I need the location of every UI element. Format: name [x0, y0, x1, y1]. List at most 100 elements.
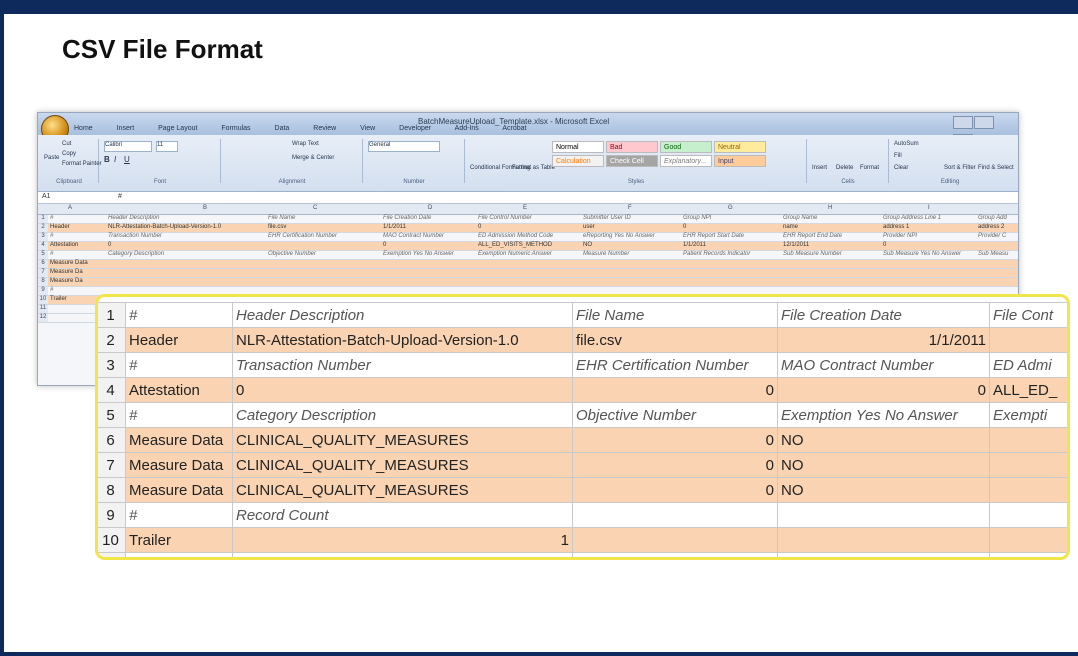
column-header-h[interactable]: H — [828, 205, 832, 211]
insert-cells-button[interactable]: Insert — [812, 165, 827, 171]
table-cell[interactable] — [989, 527, 1067, 553]
table-cell[interactable]: Header — [125, 327, 233, 353]
style-calculation[interactable]: Calculation — [552, 155, 604, 167]
excel-cell[interactable]: Group Address Line 1 — [883, 215, 941, 221]
table-cell[interactable]: # — [125, 502, 233, 528]
row-number[interactable]: 1 — [98, 302, 126, 328]
table-cell[interactable]: NLR-Attestation-Batch-Upload-Version-1.0 — [232, 327, 573, 353]
table-cell[interactable]: 0 — [572, 427, 778, 453]
excel-cell[interactable]: # — [50, 233, 53, 239]
row-number[interactable]: 11 — [38, 305, 48, 313]
tab-insert[interactable]: Insert — [117, 125, 135, 132]
table-cell[interactable] — [989, 427, 1067, 453]
table-cell[interactable] — [777, 527, 990, 553]
table-cell[interactable]: Exemption Yes No Answer — [777, 402, 990, 428]
table-cell[interactable]: Category Description — [232, 402, 573, 428]
excel-cell[interactable]: 0 — [478, 224, 481, 230]
table-cell[interactable]: CLINICAL_QUALITY_MEASURES — [232, 477, 573, 503]
row-number[interactable]: 10 — [38, 296, 48, 304]
style-input[interactable]: Input — [714, 155, 766, 167]
format-cells-button[interactable]: Format — [860, 165, 879, 171]
font-size-select[interactable]: 11 — [156, 141, 178, 152]
excel-cell[interactable]: 0 — [383, 242, 386, 248]
font-name-select[interactable]: Calibri — [104, 141, 152, 152]
row-number[interactable]: 4 — [38, 242, 48, 250]
table-cell[interactable]: Header Description — [232, 302, 573, 328]
row-number[interactable]: 4 — [98, 377, 126, 403]
row-number[interactable]: 9 — [98, 502, 126, 528]
table-cell[interactable]: 0 — [572, 452, 778, 478]
table-cell[interactable]: File Name — [572, 302, 778, 328]
maximize-button[interactable] — [974, 116, 994, 129]
row-number[interactable]: 9 — [38, 287, 48, 295]
excel-cell[interactable]: File Control Number — [478, 215, 532, 221]
table-cell[interactable] — [777, 552, 990, 557]
table-cell[interactable] — [989, 327, 1067, 353]
row-number[interactable]: 2 — [38, 224, 48, 232]
table-cell[interactable]: ED Admi — [989, 352, 1067, 378]
excel-cell[interactable]: Group NPI — [683, 215, 711, 221]
excel-cell[interactable]: ALL_ED_VISITS_METHOD — [478, 242, 552, 248]
delete-cells-button[interactable]: Delete — [836, 165, 853, 171]
row-number[interactable]: 5 — [98, 402, 126, 428]
excel-cell[interactable]: 1/1/2011 — [683, 242, 706, 248]
paste-button[interactable]: Paste — [44, 155, 59, 161]
table-cell[interactable]: Record Count — [232, 502, 573, 528]
format-as-table-button[interactable]: Format as Table — [512, 165, 555, 171]
table-cell[interactable]: Attestation — [125, 377, 233, 403]
italic-button[interactable]: I — [114, 155, 116, 164]
row-number[interactable]: 7 — [98, 452, 126, 478]
excel-cell[interactable]: # — [50, 215, 53, 221]
tab-data[interactable]: Data — [275, 125, 290, 132]
table-cell[interactable]: CLINICAL_QUALITY_MEASURES — [232, 452, 573, 478]
table-cell[interactable]: 0 — [232, 377, 573, 403]
row-number[interactable]: 3 — [38, 233, 48, 241]
excel-cell[interactable]: Measure Data — [50, 260, 88, 266]
table-cell[interactable] — [989, 552, 1067, 557]
row-number[interactable]: 7 — [38, 269, 48, 277]
underline-button[interactable]: U — [124, 155, 130, 164]
table-cell[interactable] — [777, 502, 990, 528]
table-cell[interactable] — [232, 552, 573, 557]
excel-cell[interactable]: EHR Report Start Date — [683, 233, 744, 239]
excel-cell[interactable]: EHR Certification Number — [268, 233, 337, 239]
excel-cell[interactable]: ED Admission Method Code — [478, 233, 553, 239]
excel-cell[interactable]: file.csv — [268, 224, 286, 230]
formula-input[interactable]: # — [118, 193, 122, 200]
table-cell[interactable] — [572, 502, 778, 528]
excel-cell[interactable]: File Name — [268, 215, 295, 221]
row-number[interactable]: 8 — [38, 278, 48, 286]
excel-cell[interactable]: Objective Number — [268, 251, 316, 257]
excel-cell[interactable]: Trailer — [50, 296, 67, 302]
excel-cell[interactable]: address 1 — [883, 224, 909, 230]
row-number[interactable]: 6 — [38, 260, 48, 268]
table-cell[interactable]: NO — [777, 452, 990, 478]
row-number[interactable]: 1 — [38, 215, 48, 223]
excel-cell[interactable]: # — [50, 287, 53, 293]
excel-cell[interactable]: Submitter User ID — [583, 215, 631, 221]
table-cell[interactable] — [125, 552, 233, 557]
excel-cell[interactable]: File Creation Date — [383, 215, 431, 221]
excel-cell[interactable]: Category Description — [108, 251, 164, 257]
tab-page-layout[interactable]: Page Layout — [158, 125, 197, 132]
excel-cell[interactable]: Header Description — [108, 215, 159, 221]
table-cell[interactable] — [989, 477, 1067, 503]
column-header-a[interactable]: A — [68, 205, 72, 211]
tab-review[interactable]: Review — [313, 125, 336, 132]
copy-button[interactable]: Copy — [62, 151, 76, 157]
column-header-g[interactable]: G — [728, 205, 733, 211]
table-cell[interactable]: Trailer — [125, 527, 233, 553]
row-number[interactable]: 10 — [98, 527, 126, 553]
excel-cell[interactable]: MAO Contract Number — [383, 233, 444, 239]
excel-cell[interactable]: Patient Records Indicator — [683, 251, 750, 257]
excel-cell[interactable]: Group Add — [978, 215, 1007, 221]
style-good[interactable]: Good — [660, 141, 712, 153]
column-header-c[interactable]: C — [313, 205, 317, 211]
row-number[interactable]: 6 — [98, 427, 126, 453]
table-cell[interactable]: # — [125, 302, 233, 328]
format-painter-button[interactable]: Format Painter — [62, 161, 102, 167]
style-explanatory[interactable]: Explanatory... — [660, 155, 712, 167]
table-cell[interactable]: 1/1/2011 — [777, 327, 990, 353]
excel-cell[interactable]: Sub Measure Number — [783, 251, 842, 257]
excel-cell[interactable]: address 2 — [978, 224, 1004, 230]
